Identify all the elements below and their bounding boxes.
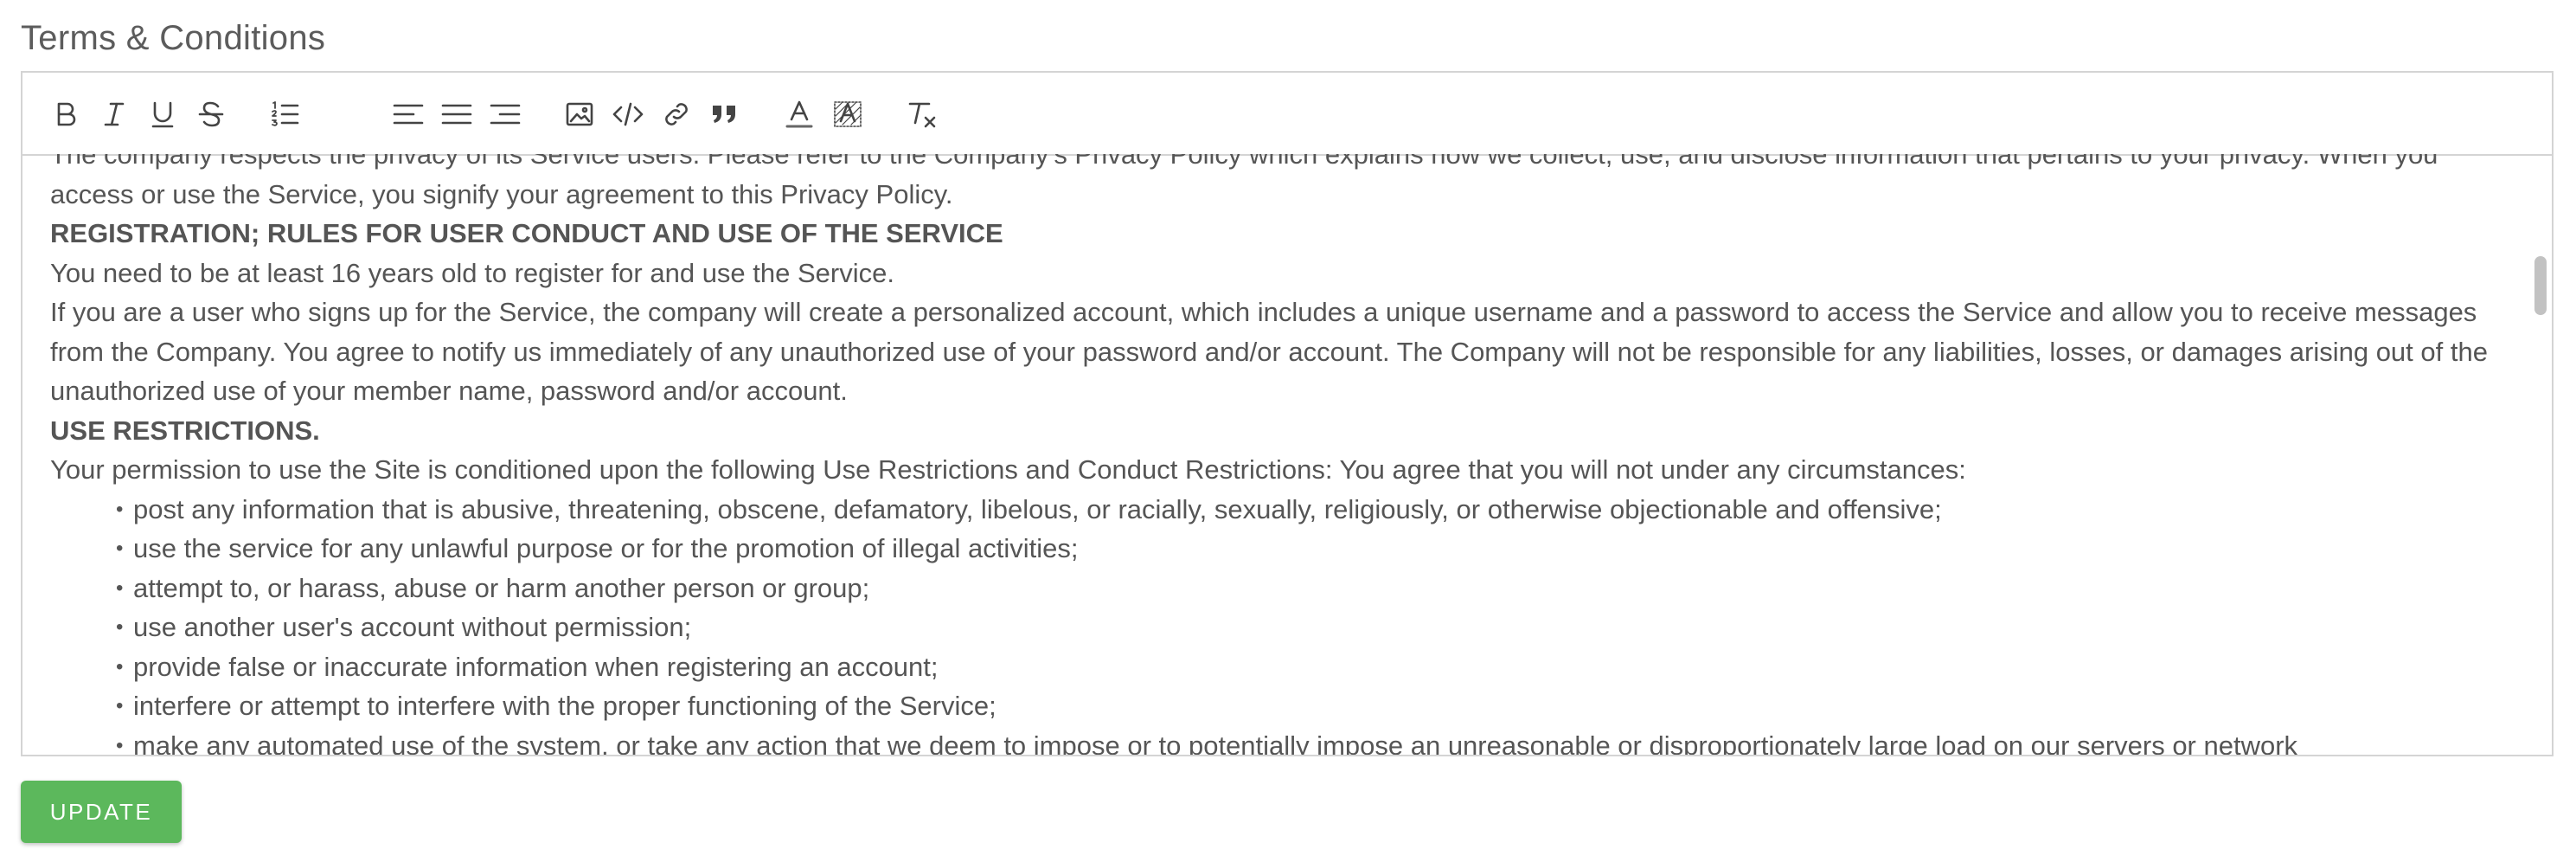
align-right-icon[interactable]	[486, 95, 524, 133]
image-icon[interactable]	[561, 95, 599, 133]
editor-content[interactable]: The company respects the privacy of its …	[22, 154, 2552, 755]
code-icon[interactable]	[609, 95, 647, 133]
list-item: provide false or inaccurate information …	[116, 647, 2521, 687]
align-left-icon[interactable]	[389, 95, 427, 133]
italic-icon[interactable]	[95, 95, 133, 133]
background-color-icon[interactable]	[829, 95, 867, 133]
restrictions-list: post any information that is abusive, th…	[50, 490, 2521, 756]
rich-text-editor[interactable]: The company respects the privacy of its …	[21, 71, 2554, 756]
list-item: interfere or attempt to interfere with t…	[116, 686, 2521, 726]
list-item: post any information that is abusive, th…	[116, 490, 2521, 530]
section-title: Terms & Conditions	[21, 19, 326, 57]
use-restrictions-heading: USE RESTRICTIONS.	[50, 415, 320, 446]
editor-toolbar	[22, 73, 2552, 156]
align-center-icon[interactable]	[438, 95, 476, 133]
age-requirement-paragraph: You need to be at least 16 years old to …	[50, 257, 894, 288]
ordered-list-icon[interactable]	[266, 95, 304, 133]
account-paragraph: If you are a user who signs up for the S…	[50, 297, 2488, 406]
list-item: make any automated use of the system, or…	[116, 726, 2521, 756]
quote-icon[interactable]	[706, 95, 744, 133]
privacy-paragraph: The company respects the privacy of its …	[50, 154, 2438, 209]
underline-icon[interactable]	[144, 95, 182, 133]
font-color-icon[interactable]	[780, 95, 818, 133]
clear-format-icon[interactable]	[903, 95, 941, 133]
registration-heading: REGISTRATION; RULES FOR USER CONDUCT AND…	[50, 218, 1003, 248]
bold-icon[interactable]	[47, 95, 85, 133]
list-item: attempt to, or harass, abuse or harm ano…	[116, 569, 2521, 608]
strikethrough-icon[interactable]	[192, 95, 230, 133]
editor-scrollbar[interactable]	[2534, 256, 2547, 315]
update-button[interactable]: UPDATE	[21, 781, 182, 843]
list-item: use another user's account without permi…	[116, 608, 2521, 647]
list-item: use the service for any unlawful purpose…	[116, 529, 2521, 569]
link-icon[interactable]	[657, 95, 695, 133]
restrictions-intro-paragraph: Your permission to use the Site is condi…	[50, 454, 1966, 485]
